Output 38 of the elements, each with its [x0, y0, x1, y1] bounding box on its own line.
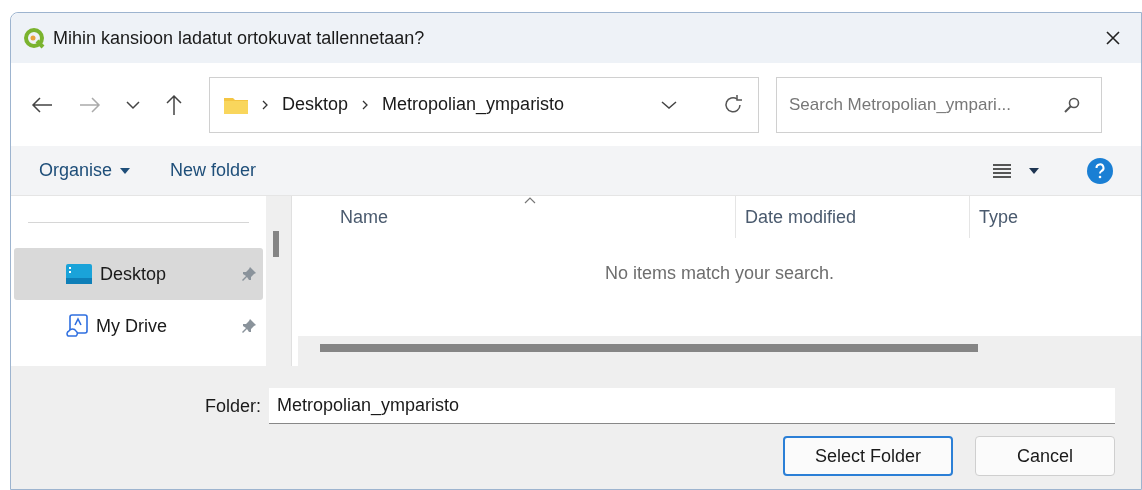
up-arrow-icon[interactable]	[165, 93, 183, 116]
window-title: Mihin kansioon ladatut ortokuvat tallennetaan?	[53, 26, 425, 50]
back-arrow-icon[interactable]	[31, 95, 53, 114]
breadcrumb-item[interactable]: Desktop	[282, 91, 349, 118]
desktop-icon	[66, 264, 92, 284]
sidebar-item[interactable]: Desktop	[14, 248, 263, 300]
search-icon[interactable]	[1063, 95, 1081, 114]
close-icon[interactable]	[1105, 30, 1121, 46]
sidebar-label: My Drive	[96, 314, 168, 338]
chevron-down-icon[interactable]	[125, 99, 141, 110]
empty-message: No items match your search.	[604, 262, 835, 285]
folder-label: Folder:	[204, 394, 261, 418]
cloud-folder-icon	[66, 314, 88, 338]
folder-icon	[224, 95, 248, 114]
caret-icon[interactable]	[1029, 167, 1039, 174]
column-header[interactable]: Type	[970, 196, 1141, 238]
organise-button[interactable]: Organise	[39, 157, 131, 184]
select-folder-button[interactable]: Select Folder	[783, 436, 953, 476]
chevron-down-icon[interactable]	[660, 99, 678, 110]
folder-name-field[interactable]: Metropolian_ymparisto	[269, 388, 1115, 424]
cancel-button[interactable]: Cancel	[975, 436, 1115, 476]
column-header[interactable]: Name	[298, 196, 736, 238]
sort-ascending-icon	[524, 197, 536, 204]
caret-icon	[120, 167, 131, 174]
column-header[interactable]: Date modified	[736, 196, 970, 238]
search-input[interactable]: Search Metropolian_ympari...	[789, 91, 1055, 118]
scrollbar-thumb[interactable]	[273, 231, 279, 257]
pin-icon[interactable]	[241, 318, 257, 334]
app-logo-icon	[23, 27, 45, 49]
list-view-icon[interactable]	[993, 162, 1011, 179]
help-icon[interactable]	[1087, 157, 1113, 184]
address-bar[interactable]: Desktop Metropolian_ymparisto	[209, 76, 759, 133]
search-field[interactable]: Search Metropolian_ympari...	[776, 76, 1102, 133]
scrollbar-thumb[interactable]	[320, 344, 978, 352]
sidebar-label: Desktop	[100, 262, 168, 286]
new-folder-button[interactable]: New folder	[170, 157, 257, 184]
breadcrumb-item[interactable]: Metropolian_ymparisto	[382, 91, 565, 118]
chevron-icon	[260, 98, 270, 111]
